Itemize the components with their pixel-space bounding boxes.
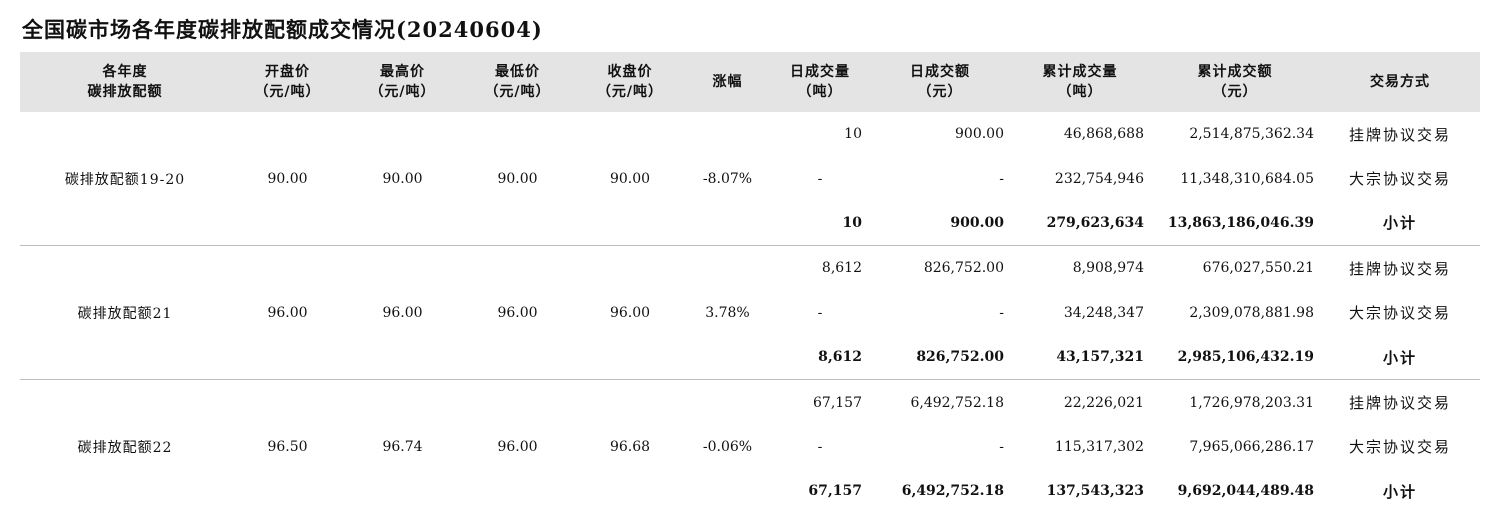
header-high: 最高价 （元/吨） (345, 52, 460, 112)
cumulative-amount: 7,965,066,286.17 (1189, 438, 1314, 455)
page-title: 全国碳市场各年度碳排放配额成交情况(20240604) (22, 17, 543, 42)
header-cumulative-amount: 累计成交额 （元） (1150, 52, 1320, 112)
high-price: 96.74 (382, 438, 423, 455)
daily-amount: 900.00 (955, 126, 1004, 143)
header-cumulative-volume: 累计成交量 （吨） (1010, 52, 1150, 112)
allowance-name: 碳排放配额21 (20, 245, 230, 381)
header-open: 开盘价 （元/吨） (230, 52, 345, 112)
cumulative-volume: 34,248,347 (1063, 304, 1144, 321)
low-price: 90.00 (460, 112, 575, 247)
daily-amount: 826,752.00 (923, 260, 1004, 277)
daily-volume: 8,612 (770, 334, 870, 381)
cumulative-volume: 137,543,323 (1046, 483, 1144, 500)
cumulative-volume: 43,157,321 (1010, 334, 1150, 381)
cumulative-amount: 2,985,106,432.19 (1150, 334, 1320, 381)
daily-volume: 67,157 (808, 483, 862, 500)
daily-volume: - (817, 438, 823, 455)
close-price: 96.68 (609, 438, 651, 455)
trade-method: 小计 (1320, 200, 1480, 247)
cumulative-amount: 2,514,875,362.34 (1189, 126, 1314, 143)
header-close: 收盘价 （元/吨） (575, 52, 685, 112)
header-year: 各年度 碳排放配额 (20, 52, 230, 112)
header-low: 最低价 （元/吨） (460, 52, 575, 112)
cumulative-amount: 676,027,550.21 (1202, 260, 1314, 277)
trade-method: 大宗协议交易 (1348, 170, 1451, 189)
cumulative-volume: 22,226,021 (1063, 394, 1144, 411)
price-change: 3.78% (685, 245, 770, 381)
carbon-allowance-table: 各年度 碳排放配额 开盘价 （元/吨） 最高价 （元/吨） 最低价 （元/吨） 收盘价（… (20, 52, 1480, 514)
header-change: 涨幅 (685, 52, 770, 112)
daily-amount: - (999, 304, 1004, 321)
cumulative-amount: 11,348,310,684.05 (1180, 170, 1314, 187)
cumulative-volume: 115,317,302 (1054, 438, 1144, 455)
daily-volume: - (817, 170, 823, 187)
trade-method: 挂牌协议交易 (1348, 125, 1451, 144)
trade-method: 挂牌协议交易 (1348, 259, 1451, 278)
close-price: 90.00 (575, 112, 685, 247)
daily-amount: 6,492,752.18 (910, 394, 1004, 411)
low-price: 96.00 (497, 438, 538, 455)
allowance-name: 碳排放配额19-20 (20, 112, 230, 247)
low-price: 96.00 (460, 245, 575, 381)
trade-method: 大宗协议交易 (1348, 304, 1451, 323)
daily-volume: 67,157 (813, 394, 862, 411)
daily-volume: 10 (844, 126, 862, 143)
allowance-name: 碳排放配额22 (77, 439, 173, 456)
daily-volume: - (817, 304, 823, 321)
trade-method: 小计 (1382, 482, 1417, 501)
cumulative-amount: 2,309,078,881.98 (1189, 304, 1314, 321)
table-row: 碳排放配额19-20 90.00 90.00 90.00 90.00 -8.07… (20, 112, 1480, 247)
header-daily-volume: 日成交量 （吨） (770, 52, 870, 112)
price-change: -0.06% (702, 438, 753, 455)
open-price: 96.00 (230, 245, 345, 381)
daily-amount: 826,752.00 (870, 334, 1010, 381)
price-change: -8.07% (685, 112, 770, 247)
cumulative-amount: 9,692,044,489.48 (1177, 483, 1314, 500)
cumulative-volume: 8,908,974 (1072, 260, 1144, 277)
table-header-row: 各年度 碳排放配额 开盘价 （元/吨） 最高价 （元/吨） 最低价 （元/吨） 收盘价（… (20, 52, 1480, 112)
trade-method: 大宗协议交易 (1348, 438, 1451, 457)
header-trade-method: 交易方式 (1320, 52, 1480, 112)
header-daily-amount: 日成交额 （元） (870, 52, 1010, 112)
table-row: 碳排放配额22 96.50 96.74 96.00 96.68 -0.06% 6… (20, 380, 1480, 456)
trade-method: 小计 (1320, 334, 1480, 381)
table-row: 碳排放配额21 96.00 96.00 96.00 96.00 3.78% 8,… (20, 245, 1480, 381)
daily-amount: - (999, 438, 1004, 455)
trade-method: 挂牌协议交易 (1348, 394, 1451, 413)
high-price: 90.00 (345, 112, 460, 247)
close-price: 96.00 (575, 245, 685, 381)
high-price: 96.00 (345, 245, 460, 381)
cumulative-amount: 1,726,978,203.31 (1189, 394, 1314, 411)
cumulative-volume: 46,868,688 (1063, 126, 1144, 143)
daily-volume: 8,612 (821, 260, 862, 277)
daily-volume: 10 (770, 200, 870, 247)
cumulative-volume: 232,754,946 (1054, 170, 1144, 187)
cumulative-amount: 13,863,186,046.39 (1150, 200, 1320, 247)
cumulative-volume: 279,623,634 (1010, 200, 1150, 247)
daily-amount: - (999, 170, 1004, 187)
open-price: 96.50 (267, 438, 308, 455)
open-price: 90.00 (230, 112, 345, 247)
daily-amount: 900.00 (870, 200, 1010, 247)
daily-amount: 6,492,752.18 (901, 483, 1004, 500)
